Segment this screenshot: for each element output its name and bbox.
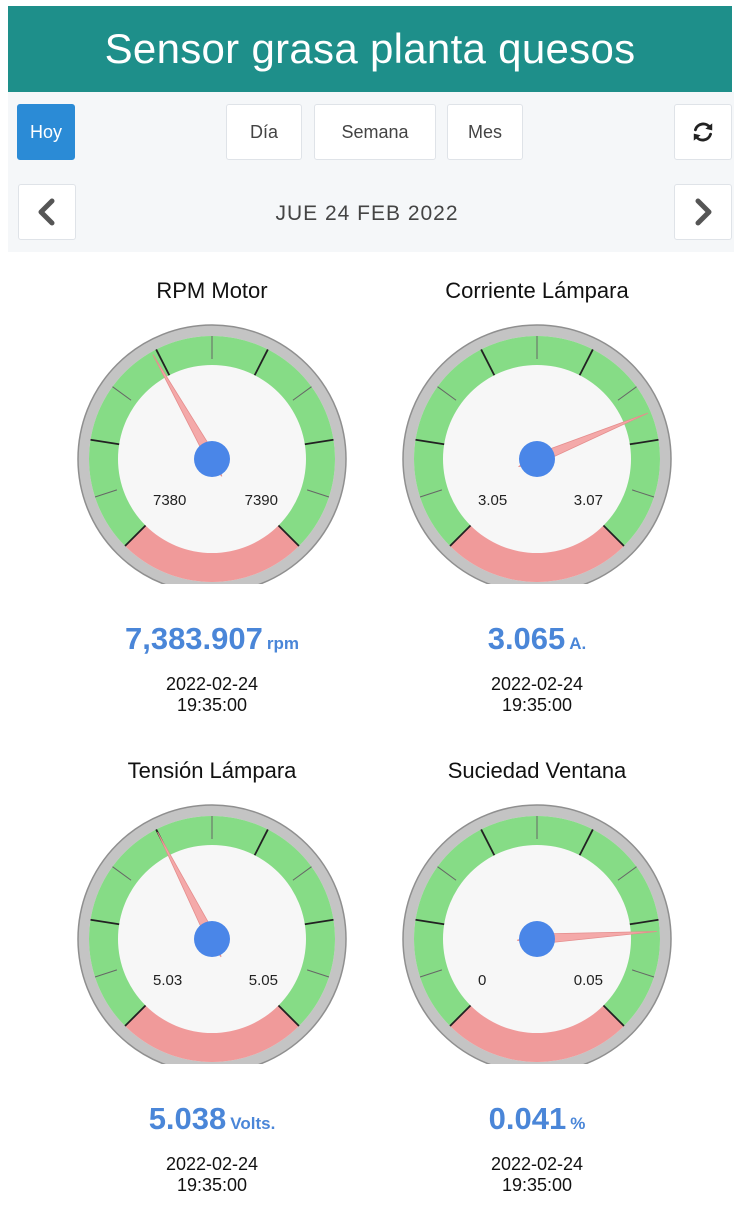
today-button[interactable]: Hoy — [17, 104, 75, 160]
gauge-timestamp: 2022-02-24 19:35:00 — [42, 674, 382, 716]
next-date-button[interactable] — [674, 184, 732, 240]
gauge-max-label: 7390 — [245, 492, 278, 509]
gauge-min-label: 0 — [478, 972, 486, 989]
app-header: Sensor grasa planta quesos — [8, 6, 732, 92]
gauge-title: Corriente Lámpara — [445, 278, 629, 303]
gauge-max-label: 0.05 — [574, 972, 603, 989]
gauge-max-label: 3.07 — [574, 492, 603, 509]
gauge-time: 19:35:00 — [176, 1175, 248, 1195]
gauge-dial: 7380 7390 — [77, 324, 347, 584]
page-title: Sensor grasa planta quesos — [104, 25, 636, 72]
gauge-min-label: 5.03 — [153, 972, 182, 989]
gauge-unit: Volts. — [230, 1114, 276, 1133]
gauge-value: 3.065 A. — [367, 621, 707, 657]
gauge-min-label: 3.05 — [478, 492, 507, 509]
gauge-timestamp: 2022-02-24 19:35:00 — [367, 674, 707, 716]
gauge-dial: 5.03 5.05 — [77, 804, 347, 1064]
gauge-hub — [194, 441, 230, 477]
previous-date-button[interactable] — [18, 184, 76, 240]
gauge-timestamp: 2022-02-24 19:35:00 — [367, 1154, 707, 1196]
gauge-value: 7,383.907 rpm — [42, 621, 382, 657]
gauge-title: Suciedad Ventana — [447, 758, 627, 783]
gauge-hub — [194, 921, 230, 957]
refresh-button[interactable] — [674, 104, 732, 160]
gauge-dial: 3.05 3.07 — [402, 324, 672, 584]
day-button[interactable]: Día — [226, 104, 302, 160]
gauge-value-number: 0.041 — [488, 1101, 567, 1136]
gauge-timestamp: 2022-02-24 19:35:00 — [42, 1154, 382, 1196]
gauge-title: RPM Motor — [156, 278, 268, 303]
gauge-date: 2022-02-24 — [165, 1154, 259, 1174]
week-button[interactable]: Semana — [314, 104, 436, 160]
gauge-date: 2022-02-24 — [165, 674, 259, 694]
gauge-date: 2022-02-24 — [490, 674, 584, 694]
gauge-unit: rpm — [266, 634, 300, 653]
refresh-icon — [693, 122, 713, 142]
gauge-value-number: 3.065 — [487, 621, 566, 656]
month-button[interactable]: Mes — [447, 104, 523, 160]
gauge-dial: 0 0.05 — [402, 804, 672, 1064]
gauge-unit: A. — [569, 634, 587, 653]
gauge-min-label: 7380 — [153, 492, 186, 509]
gauge-date: 2022-02-24 — [490, 1154, 584, 1174]
gauge-hub — [519, 921, 555, 957]
gauge-time: 19:35:00 — [501, 695, 573, 715]
gauge-unit: % — [570, 1114, 586, 1133]
selected-date: JUE 24 FEB 2022 — [275, 202, 459, 225]
gauge-value-number: 7,383.907 — [124, 621, 263, 656]
chevron-left-icon — [38, 198, 55, 226]
chevron-right-icon — [695, 198, 712, 226]
gauge-value: 0.041% — [367, 1101, 707, 1137]
gauge-max-label: 5.05 — [249, 972, 278, 989]
gauge-value-number: 5.038 — [148, 1101, 227, 1136]
gauge-hub — [519, 441, 555, 477]
gauge-title: Tensión Lámpara — [127, 758, 297, 783]
gauge-time: 19:35:00 — [176, 695, 248, 715]
gauge-value: 5.038 Volts. — [42, 1101, 382, 1137]
gauge-time: 19:35:00 — [501, 1175, 573, 1195]
